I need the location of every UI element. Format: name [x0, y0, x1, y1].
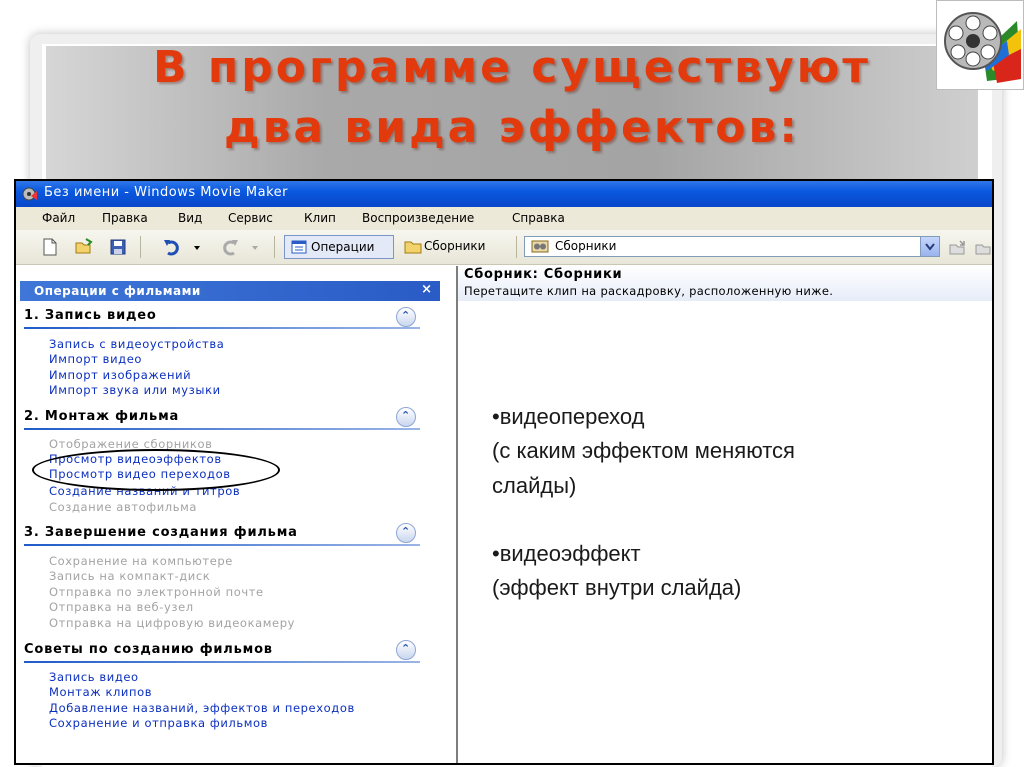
menu-edit[interactable]: Правка: [102, 211, 148, 225]
slide-title-line2: два вида эффектов:: [224, 102, 800, 153]
collapse-edit-icon[interactable]: ⌃: [396, 407, 416, 427]
effect-type-transition-desc: (с каким эффектом меняются: [492, 438, 795, 463]
open-project-icon[interactable]: [74, 237, 94, 257]
task-import-pictures[interactable]: Импорт изображений: [49, 368, 191, 382]
tip-save-send[interactable]: Сохранение и отправка фильмов: [49, 716, 268, 730]
collection-film-icon: [531, 240, 549, 253]
collection-title: Сборник: Сборники: [464, 267, 623, 282]
operations-icon: [291, 240, 307, 254]
pane-divider[interactable]: [456, 266, 458, 763]
effect-type-transition: •видеопереход: [492, 404, 645, 429]
task-save-to-cd: Запись на компакт-диск: [49, 569, 211, 583]
tip-edit-clips[interactable]: Монтаж клипов: [49, 685, 152, 699]
new-project-icon[interactable]: [40, 237, 60, 257]
task-capture-from-device[interactable]: Запись с видеоустройства: [49, 337, 224, 351]
toolbar-separator: [140, 236, 141, 258]
slide-title: В программе существуют два вида эффектов…: [46, 38, 978, 158]
collections-select[interactable]: Сборники: [524, 236, 940, 257]
movie-tasks-pane: Операции с фильмами × 1. Запись видео ⌃ …: [16, 265, 456, 763]
collapse-finish-icon[interactable]: ⌃: [396, 523, 416, 543]
menu-help[interactable]: Справка: [512, 211, 565, 225]
close-icon[interactable]: ×: [421, 282, 432, 297]
movie-tasks-title: Операции с фильмами: [34, 284, 201, 298]
menu-play[interactable]: Воспроизведение: [362, 211, 474, 225]
effect-type-effect: •видеоэффект: [492, 541, 641, 566]
redo-icon[interactable]: [220, 237, 240, 257]
menu-clip[interactable]: Клип: [304, 211, 336, 225]
movie-maker-app-icon: [22, 187, 37, 201]
menu-file[interactable]: Файл: [42, 211, 75, 225]
toolbar-separator: [516, 236, 517, 258]
movie-maker-window: Без имени - Windows Movie Maker Файл Пра…: [14, 179, 994, 765]
save-project-icon[interactable]: [108, 237, 128, 257]
section-tips-title[interactable]: Советы по созданию фильмов: [24, 642, 273, 657]
menu-view[interactable]: Вид: [178, 211, 202, 225]
collections-label: Сборники: [424, 239, 486, 253]
effect-type-effect-desc: (эффект внутри слайда): [492, 575, 742, 600]
collections-folder-icon: [404, 241, 422, 254]
film-reel-icon: [944, 12, 1021, 83]
effect-type-transition-desc-cont: слайды): [492, 473, 577, 498]
window-title: Без имени - Windows Movie Maker: [44, 185, 288, 200]
collapse-tips-icon[interactable]: ⌃: [396, 640, 416, 660]
collapse-capture-icon[interactable]: ⌃: [396, 307, 416, 327]
new-folder-icon[interactable]: [974, 237, 992, 257]
task-send-email: Отправка по электронной почте: [49, 585, 264, 599]
operations-label: Операции: [311, 240, 375, 254]
task-import-audio[interactable]: Импорт звука или музыки: [49, 383, 221, 397]
window-titlebar[interactable]: Без имени - Windows Movie Maker: [16, 181, 992, 207]
task-make-automovie: Создание автофильма: [49, 500, 198, 514]
section-divider: [24, 661, 420, 663]
chevron-down-icon[interactable]: [920, 237, 939, 256]
task-save-to-computer: Сохранение на компьютере: [49, 554, 233, 568]
menu-bar: Файл Правка Вид Сервис Клип Воспроизведе…: [16, 207, 992, 230]
undo-dropdown-icon[interactable]: [192, 237, 202, 257]
collection-header: Сборник: Сборники Перетащите клип на рас…: [458, 265, 992, 301]
task-import-video[interactable]: Импорт видео: [49, 352, 142, 366]
tip-capture-video[interactable]: Запись видео: [49, 670, 139, 684]
section-capture-title[interactable]: 1. Запись видео: [24, 308, 157, 323]
movie-tasks-header: Операции с фильмами ×: [20, 281, 440, 301]
redo-dropdown-icon[interactable]: [250, 237, 260, 257]
operations-button[interactable]: Операции: [284, 235, 394, 259]
collections-select-value: Сборники: [555, 239, 617, 253]
section-finish-title[interactable]: 3. Завершение создания фильма: [24, 525, 298, 540]
section-divider: [24, 327, 420, 329]
collections-button[interactable]: Сборники: [400, 235, 510, 259]
movie-maker-logo: [936, 0, 1024, 90]
toolbar: Операции Сборники Сборники: [16, 230, 992, 265]
section-edit-title[interactable]: 2. Монтаж фильма: [24, 409, 179, 424]
section-divider: [24, 428, 420, 430]
toolbar-separator: [274, 236, 275, 258]
section-divider: [24, 544, 420, 546]
task-send-web: Отправка на веб-узел: [49, 600, 194, 614]
slide-title-line1: В программе существуют: [153, 42, 871, 93]
menu-tools[interactable]: Сервис: [228, 211, 273, 225]
tip-add-titles-effects[interactable]: Добавление названий, эффектов и переходо…: [49, 701, 355, 715]
collection-hint: Перетащите клип на раскадровку, располож…: [464, 284, 834, 298]
undo-icon[interactable]: [162, 237, 182, 257]
task-send-dv-camera: Отправка на цифровую видеокамеру: [49, 616, 296, 630]
highlight-ellipse: [32, 449, 280, 491]
up-level-icon[interactable]: [948, 237, 968, 257]
